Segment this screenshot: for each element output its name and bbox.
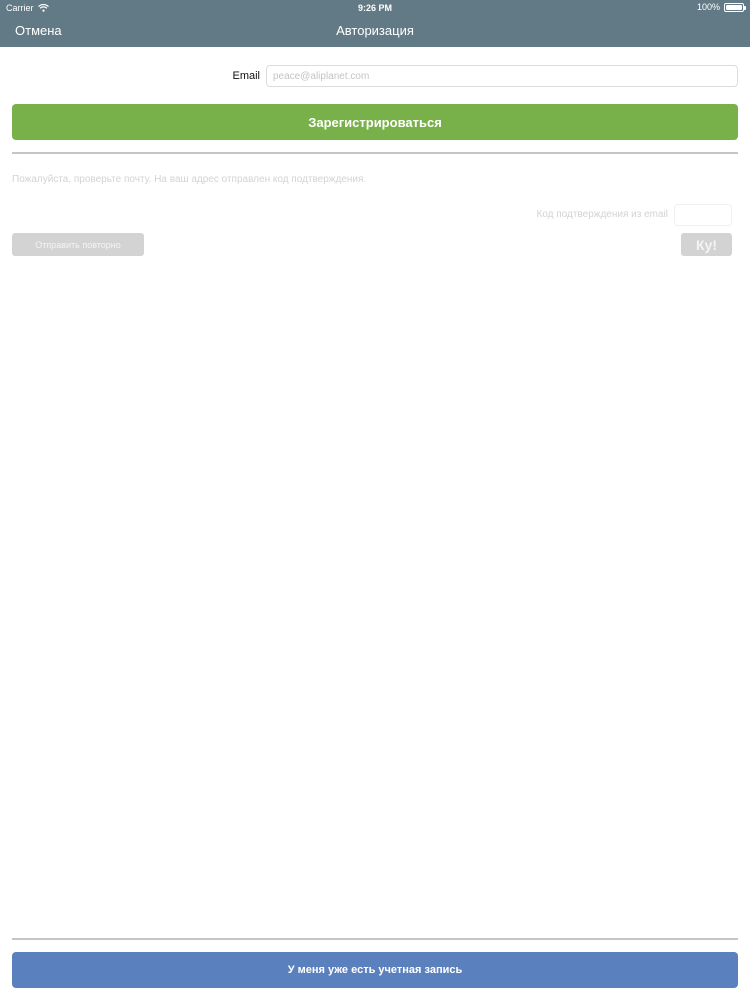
status-time: 9:26 PM [357,3,392,13]
app-header: Carrier 9:26 PM 100% Отмена Авторизация [0,0,750,47]
email-label: Email [232,70,260,82]
confirm-code-button[interactable]: Ку! [681,233,732,256]
battery-icon [724,2,746,12]
page-title: Авторизация [336,23,414,38]
divider-bottom [12,938,738,940]
code-label: Код подтверждения из email [536,209,668,220]
status-bar: Carrier 9:26 PM 100% [0,0,750,16]
email-field[interactable] [266,65,738,87]
existing-account-button[interactable]: У меня уже есть учетная запись [12,952,738,988]
resend-button[interactable]: Отправить повторно [12,233,144,256]
battery-percent: 100% [696,2,720,12]
check-mail-message: Пожалуйста, проверьте почту. На ваш адре… [12,174,367,185]
confirmation-code-field[interactable] [674,204,732,226]
divider-top [12,152,738,154]
navigation-bar: Отмена Авторизация [0,16,750,47]
register-button[interactable]: Зарегистрироваться [12,104,738,140]
status-right: 100% [696,2,746,12]
